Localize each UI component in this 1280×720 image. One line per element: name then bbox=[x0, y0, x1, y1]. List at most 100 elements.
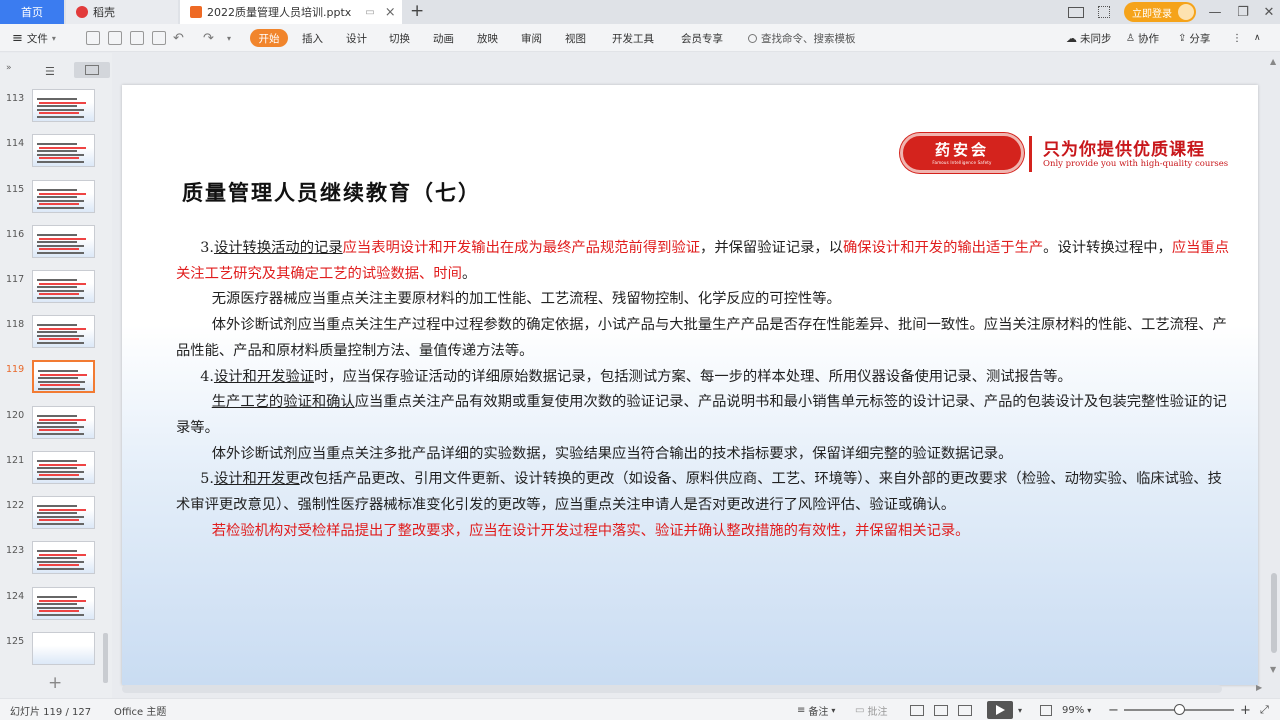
redo-icon[interactable]: ↷ bbox=[203, 24, 214, 52]
vertical-scrollbar[interactable]: ▲ ▼ bbox=[1268, 53, 1280, 683]
thumbnail-text-line bbox=[37, 470, 84, 473]
collab-button[interactable]: ♙ 协作 bbox=[1126, 24, 1159, 52]
fullscreen-icon[interactable]: ⤢ bbox=[1260, 699, 1269, 720]
slide-thumbnail[interactable] bbox=[32, 632, 95, 665]
file-menu[interactable]: ≡ 文件 ▾ bbox=[12, 24, 56, 52]
add-slide-icon[interactable]: + bbox=[48, 673, 62, 693]
thumbnail-text-line bbox=[39, 610, 79, 612]
thumbnail-text-line bbox=[40, 373, 87, 376]
thumbnail-text-line bbox=[39, 599, 86, 602]
thumbnail-number: 122 bbox=[6, 500, 25, 511]
share-button[interactable]: ⇪ 分享 bbox=[1178, 24, 1210, 52]
horizontal-scrollbar[interactable]: ▶ bbox=[118, 682, 1268, 696]
minimize-button[interactable]: — bbox=[1200, 0, 1230, 24]
horizontal-scroll-track[interactable] bbox=[122, 685, 1222, 693]
scroll-down-icon[interactable]: ▼ bbox=[1270, 665, 1276, 674]
slide-thumbnail[interactable] bbox=[32, 315, 95, 348]
close-window-button[interactable]: ✕ bbox=[1254, 0, 1280, 24]
thumbnail-text-line bbox=[37, 477, 84, 480]
login-label: 立即登录 bbox=[1132, 8, 1172, 20]
preview-icon[interactable] bbox=[152, 31, 166, 45]
slide-thumbnail[interactable] bbox=[32, 360, 95, 393]
scroll-up-icon[interactable]: ▲ bbox=[1270, 57, 1276, 66]
ribbon-tab-view[interactable]: 视图 bbox=[565, 24, 586, 52]
command-search[interactable]: 查找命令、搜索模板 bbox=[748, 24, 856, 52]
tab-daoke[interactable]: 稻壳 bbox=[66, 0, 178, 24]
more-quick-icon[interactable]: ▾ bbox=[227, 24, 231, 52]
current-slide[interactable]: 药安会 Famous Intelligence Safety 只为你提供优质课程… bbox=[122, 85, 1258, 685]
layout-icon[interactable] bbox=[1068, 0, 1088, 24]
play-options-icon[interactable]: ▾ bbox=[1018, 699, 1022, 720]
slide-thumbnail[interactable] bbox=[32, 496, 95, 529]
slide-thumbnail[interactable] bbox=[32, 134, 95, 167]
outline-view-icon[interactable]: ☰ bbox=[45, 65, 55, 78]
normal-view-button[interactable] bbox=[910, 699, 928, 720]
chevron-down-icon: ▾ bbox=[51, 33, 56, 43]
vertical-scroll-thumb[interactable] bbox=[1271, 573, 1277, 653]
scroll-right-icon[interactable]: ▶ bbox=[1256, 683, 1262, 692]
grid-view-icon bbox=[934, 704, 948, 716]
tab-daoke-label: 稻壳 bbox=[93, 6, 115, 19]
close-tab-icon[interactable]: × bbox=[385, 5, 396, 20]
thumbnail-number: 124 bbox=[6, 591, 25, 602]
thumbnail-text-line bbox=[40, 384, 80, 386]
zoom-out-icon[interactable]: − bbox=[1108, 699, 1119, 720]
slide-thumbnail[interactable] bbox=[32, 180, 95, 213]
thumbnail-text-line bbox=[39, 519, 79, 521]
ribbon-tab-transition[interactable]: 切换 bbox=[389, 24, 410, 52]
slide-view-icon[interactable] bbox=[74, 62, 110, 78]
undo-icon[interactable]: ↶ bbox=[173, 24, 184, 52]
login-button[interactable]: 立即登录 bbox=[1124, 2, 1196, 22]
normal-view-icon bbox=[910, 704, 924, 716]
slide-thumbnail[interactable] bbox=[32, 270, 95, 303]
ribbon-tab-developer[interactable]: 开发工具 bbox=[612, 24, 654, 52]
reading-view-button[interactable] bbox=[958, 699, 976, 720]
ribbon-tab-design[interactable]: 设计 bbox=[346, 24, 367, 52]
notes-button[interactable]: ≡ 备注 ▾ bbox=[797, 699, 835, 720]
fit-window-button[interactable] bbox=[1040, 699, 1056, 720]
save-icon[interactable] bbox=[108, 31, 122, 45]
thumbnail-text-line bbox=[39, 203, 79, 205]
collapse-ribbon-icon[interactable]: ∧ bbox=[1254, 24, 1261, 52]
tab-document[interactable]: 2022质量管理人员培训.pptx ▭ × bbox=[180, 0, 402, 24]
collapse-panel-icon[interactable]: » bbox=[6, 63, 12, 73]
thumbnail-text-line bbox=[37, 334, 84, 337]
chevron-down-icon: ▾ bbox=[1087, 705, 1092, 715]
more-icon[interactable]: ⋮ bbox=[1232, 24, 1242, 52]
play-slideshow-button[interactable] bbox=[987, 701, 1013, 719]
pin-icon[interactable]: ▭ bbox=[365, 7, 374, 18]
zoom-in-icon[interactable]: + bbox=[1240, 699, 1251, 720]
logo-text: 药安会 bbox=[934, 141, 989, 159]
print-icon[interactable] bbox=[130, 31, 144, 45]
add-tab-button[interactable]: + bbox=[410, 1, 424, 21]
slide-thumbnail[interactable] bbox=[32, 451, 95, 484]
thumbnail-text-line bbox=[37, 244, 84, 247]
slide-body: 3.设计转换活动的记录应当表明设计和开发输出在成为最终产品规范前得到验证，并保留… bbox=[176, 236, 1232, 544]
apps-grid-icon[interactable] bbox=[1098, 0, 1110, 24]
zoom-level[interactable]: 99% ▾ bbox=[1062, 699, 1091, 720]
slide-thumbnail[interactable] bbox=[32, 406, 95, 439]
ribbon-tab-slideshow[interactable]: 放映 bbox=[477, 24, 498, 52]
ribbon-tab-animation[interactable]: 动画 bbox=[433, 24, 454, 52]
panel-scrollbar[interactable] bbox=[103, 633, 108, 683]
zoom-value: 99% bbox=[1062, 704, 1085, 716]
thumbnail-text-line bbox=[37, 505, 77, 507]
sorter-view-button[interactable] bbox=[934, 699, 952, 720]
thumbnail-text-line bbox=[37, 415, 77, 417]
thumbnail-text-line bbox=[37, 105, 77, 107]
slide-thumbnail[interactable] bbox=[32, 587, 95, 620]
tab-home[interactable]: 首页 bbox=[0, 0, 64, 24]
thumbnail-text-line bbox=[39, 553, 86, 556]
new-doc-icon[interactable] bbox=[86, 31, 100, 45]
ribbon-tab-member[interactable]: 会员专享 bbox=[681, 24, 723, 52]
slide-thumbnail[interactable] bbox=[32, 541, 95, 574]
slide-thumbnail[interactable] bbox=[32, 225, 95, 258]
ribbon-tab-review[interactable]: 审阅 bbox=[521, 24, 542, 52]
thumbnail-text-line bbox=[39, 429, 79, 431]
ribbon-tab-start[interactable]: 开始 bbox=[250, 29, 288, 47]
comments-button[interactable]: ▭ 批注 bbox=[855, 699, 887, 720]
zoom-slider-handle[interactable] bbox=[1174, 704, 1185, 715]
slide-thumbnail[interactable] bbox=[32, 89, 95, 122]
ribbon-tab-insert[interactable]: 插入 bbox=[302, 24, 323, 52]
sync-status[interactable]: ☁ 未同步 bbox=[1066, 24, 1112, 52]
